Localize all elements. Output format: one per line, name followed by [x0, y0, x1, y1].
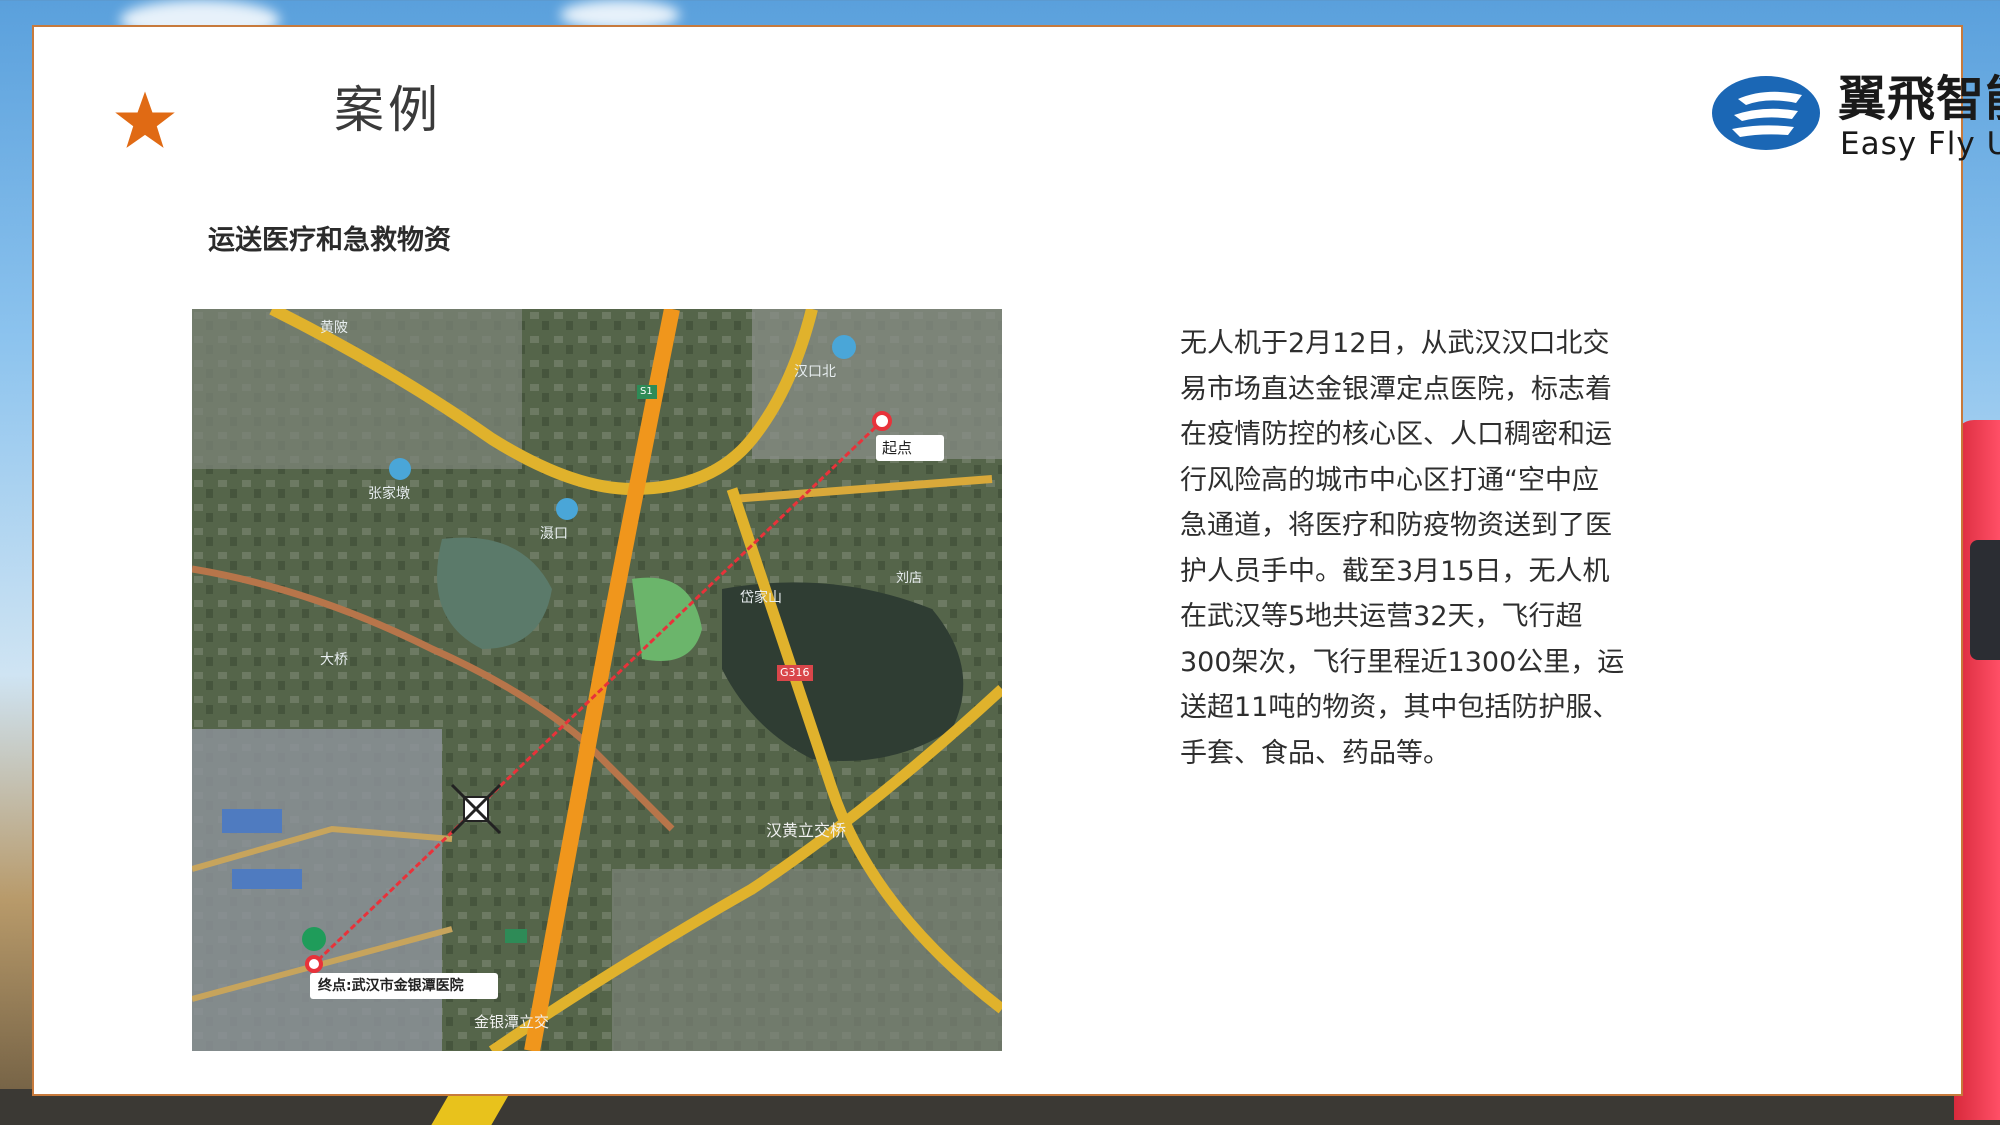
map-end-label: 终点:武汉市金银潭医院 [318, 978, 464, 994]
brand-logo: 翼飛智能 Easy Fly UAV [1710, 73, 2000, 173]
map-place-label: 汉口北 [794, 364, 836, 380]
route-map-image: 起点 终点:武汉市金银潭医院 汉口北 黄陂 张家墩 滠口 岱家山 大桥 刘店 G… [192, 309, 1002, 1051]
map-place-label: 黄陂 [320, 320, 348, 336]
start-pin-icon [872, 411, 892, 431]
slide-card: 案例 翼飛智能 Easy Fly UAV 运送医疗和急救物资 [32, 25, 2000, 1096]
logo-name-cn: 翼飛智能 [1838, 71, 2000, 127]
map-route-shield: S1 [640, 386, 653, 397]
slide-subtitle: 运送医疗和急救物资 [208, 225, 451, 256]
map-place-label: 刘店 [896, 571, 923, 586]
logo-name-en: Easy Fly UAV [1840, 126, 2000, 162]
map-start-label: 起点 [882, 439, 913, 457]
logo-mark-icon [1712, 76, 1820, 150]
map-place-label: 大桥 [320, 652, 348, 668]
map-place-label: 金银潭立交 [474, 1013, 550, 1031]
slide-heading: 案例 [334, 81, 442, 139]
case-description: 无人机于2月12日，从武汉汉口北交 易市场直达金银潭定点医院，标志着 在疫情防控… [1180, 328, 1625, 769]
map-place-label: 汉黄立交桥 [766, 821, 847, 840]
map-place-label: 滠口 [540, 526, 568, 542]
background-truck-window [1970, 540, 2000, 660]
map-place-label: 岱家山 [740, 590, 782, 606]
map-route-shield: G316 [780, 666, 810, 679]
star-icon [115, 91, 175, 148]
map-place-label: 张家墩 [368, 486, 410, 502]
